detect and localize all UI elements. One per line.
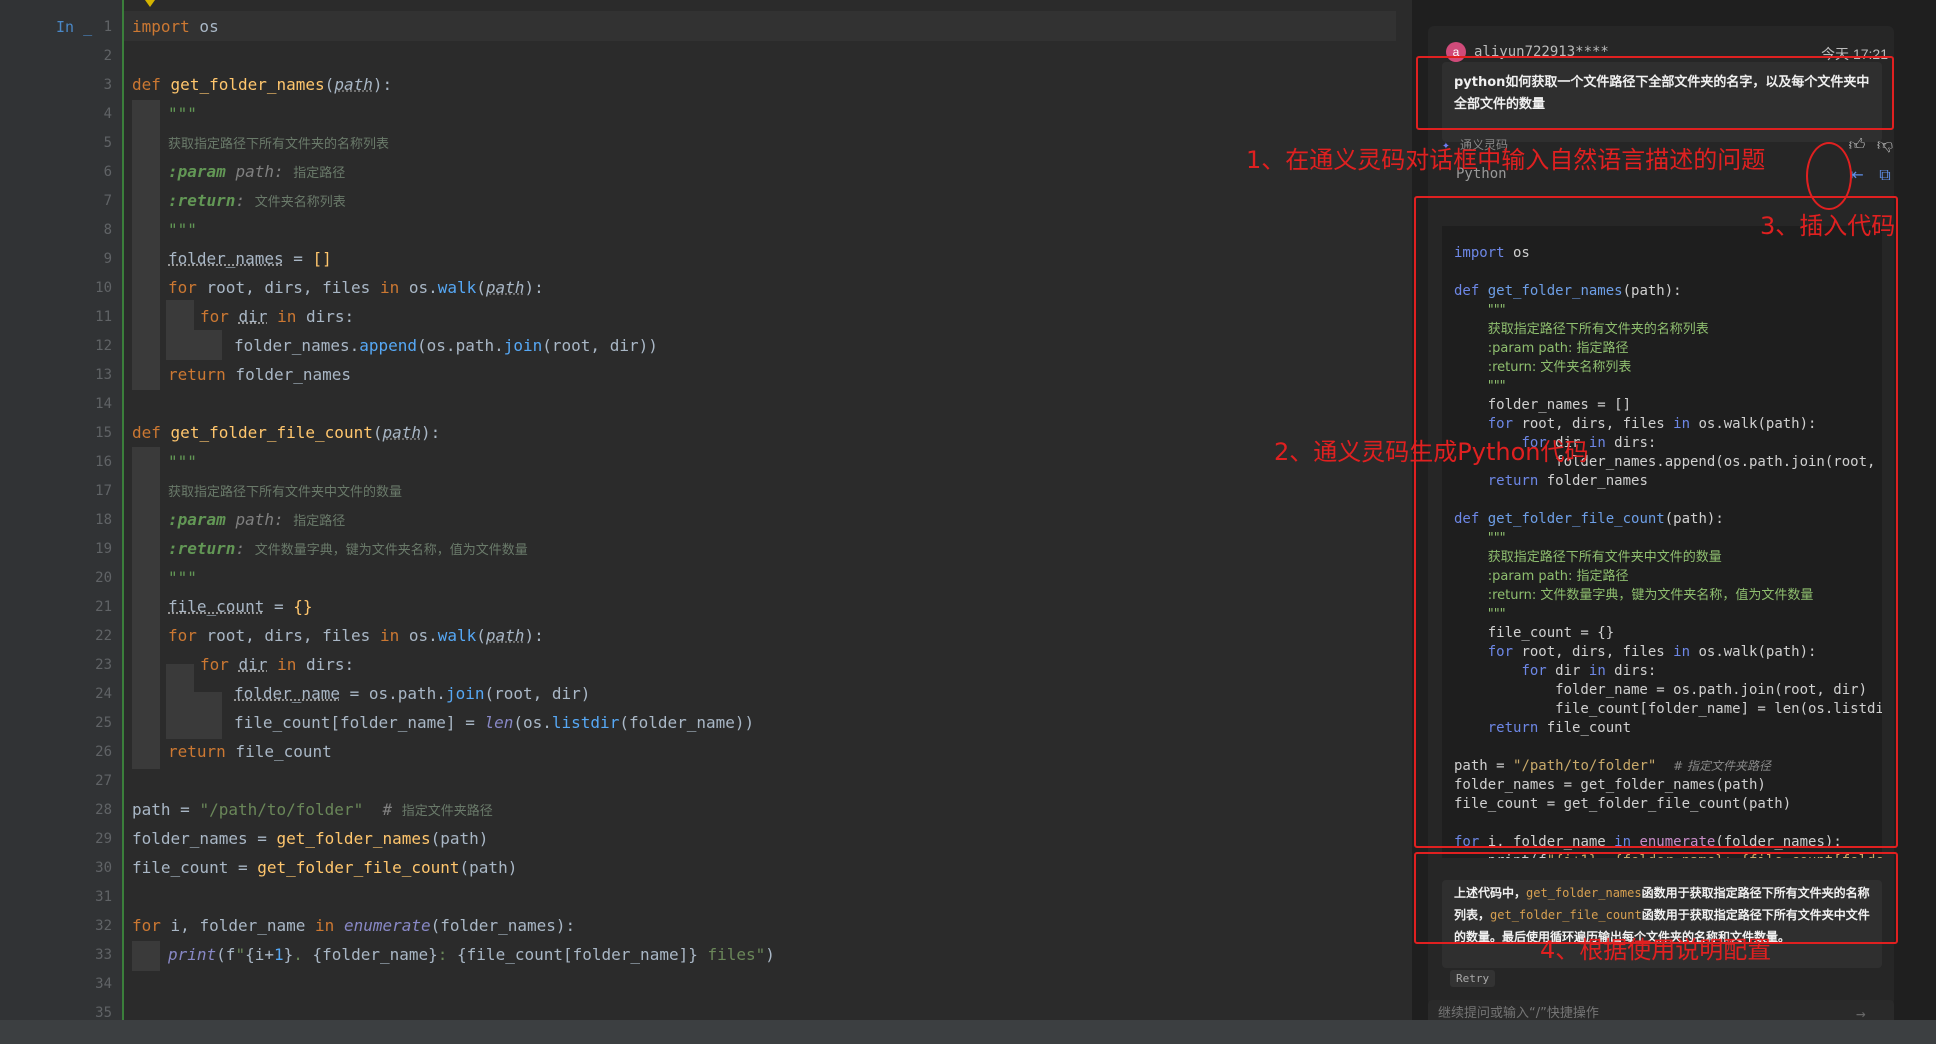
caret-marker bbox=[145, 0, 155, 7]
line-number: 7 bbox=[103, 193, 112, 209]
line-number: 13 bbox=[95, 367, 112, 383]
line-number: 4 bbox=[103, 106, 112, 122]
line-number: 35 bbox=[95, 1005, 112, 1021]
line-number: 27 bbox=[95, 773, 112, 789]
code-line: def get_folder_names(path): bbox=[132, 75, 393, 94]
line-number: 5 bbox=[103, 135, 112, 151]
line-number: 11 bbox=[95, 309, 112, 325]
line-number: 23 bbox=[95, 657, 112, 673]
annotation-box-code bbox=[1414, 196, 1898, 848]
thumbs-up-icon[interactable]: 👍︎ bbox=[1846, 134, 1868, 156]
line-number: 1 bbox=[103, 19, 112, 35]
indent-guide bbox=[166, 300, 194, 360]
code-line: for dir in dirs: bbox=[200, 655, 355, 674]
line-number: 14 bbox=[95, 396, 112, 412]
code-line: for root, dirs, files in os.walk(path): bbox=[168, 626, 544, 645]
line-number: 31 bbox=[95, 889, 112, 905]
code-line: for root, dirs, files in os.walk(path): bbox=[168, 278, 544, 297]
code-line: return folder_names bbox=[168, 365, 352, 384]
line-number: 15 bbox=[95, 425, 112, 441]
status-bar bbox=[0, 1020, 1936, 1044]
line-number: 22 bbox=[95, 628, 112, 644]
line-number: 28 bbox=[95, 802, 112, 818]
line-number: 10 bbox=[95, 280, 112, 296]
line-number: 32 bbox=[95, 918, 112, 934]
line-number: 6 bbox=[103, 164, 112, 180]
indent-guide bbox=[166, 664, 194, 739]
code-line: 获取指定路径下所有文件夹中文件的数量 bbox=[168, 485, 403, 500]
code-line: file_count[folder_name] = len(os.listdir… bbox=[234, 713, 755, 732]
line-number-gutter: In _ 1 2 3 4 5 6 7 8 9 10 11 12 13 14 15 16 17 18 19 20 21 22… bbox=[0, 0, 124, 1021]
code-line: """ bbox=[168, 568, 197, 587]
line-number: 20 bbox=[95, 570, 112, 586]
line-number: 34 bbox=[95, 976, 112, 992]
line-number: 29 bbox=[95, 831, 112, 847]
code-line: print(f"{i+1}. {folder_name}: {file_coun… bbox=[168, 945, 775, 964]
annotation-box-question bbox=[1416, 56, 1894, 130]
code-line: 获取指定路径下所有文件夹的名称列表 bbox=[168, 137, 390, 152]
line-number: 17 bbox=[95, 483, 112, 499]
indent-guide bbox=[132, 100, 160, 390]
line-number: 33 bbox=[95, 947, 112, 963]
line-number: 16 bbox=[95, 454, 112, 470]
code-line: for i, folder_name in enumerate(folder_n… bbox=[132, 916, 576, 935]
code-line: folder_name = os.path.join(root, dir) bbox=[234, 684, 591, 703]
line-number: 8 bbox=[103, 222, 112, 238]
code-line: file_count = {} bbox=[168, 597, 313, 616]
line-number: 2 bbox=[103, 48, 112, 64]
code-line: import os bbox=[132, 17, 219, 36]
line-number: 30 bbox=[95, 860, 112, 876]
code-line: folder_names.append(os.path.join(root, d… bbox=[234, 336, 658, 355]
line-number: 12 bbox=[95, 338, 112, 354]
code-line: def get_folder_file_count(path): bbox=[132, 423, 441, 442]
code-line: :param path: 指定路径 bbox=[168, 162, 346, 181]
code-line: """ bbox=[168, 104, 197, 123]
line-number: 3 bbox=[103, 77, 112, 93]
code-line: return file_count bbox=[168, 742, 332, 761]
code-line: :return: 文件数量字典，键为文件夹名称，值为文件数量 bbox=[168, 539, 528, 558]
code-line: """ bbox=[168, 220, 197, 239]
code-editor[interactable]: In _ 1 2 3 4 5 6 7 8 9 10 11 12 13 14 15 16 17 18 19 20 21 22… bbox=[0, 0, 1396, 1044]
line-number: 25 bbox=[95, 715, 112, 731]
code-line: """ bbox=[168, 452, 197, 471]
line-number: 18 bbox=[95, 512, 112, 528]
line-number: 21 bbox=[95, 599, 112, 615]
code-line: :return: 文件夹名称列表 bbox=[168, 191, 346, 210]
code-line: for dir in dirs: bbox=[200, 307, 355, 326]
line-number: 24 bbox=[95, 686, 112, 702]
indent-guide bbox=[132, 447, 160, 769]
code-line: folder_names = [] bbox=[168, 249, 332, 268]
indent-guide bbox=[194, 692, 222, 739]
code-line: folder_names = get_folder_names(path) bbox=[132, 829, 489, 848]
indent-guide bbox=[132, 941, 160, 971]
retry-button[interactable]: Retry bbox=[1450, 970, 1496, 987]
annotation-step2: 2、通义灵码生成Python代码 bbox=[1274, 438, 1589, 466]
annotation-step3: 3、插入代码 bbox=[1760, 212, 1896, 240]
code-line: :param path: 指定路径 bbox=[168, 510, 346, 529]
code-line: path = "/path/to/folder" # 指定文件夹路径 bbox=[132, 800, 493, 819]
thumbs-down-icon[interactable]: 👎︎ bbox=[1874, 134, 1896, 156]
line-number: 26 bbox=[95, 744, 112, 760]
line-number: 19 bbox=[95, 541, 112, 557]
annotation-step1: 1、在通义灵码对话框中输入自然语言描述的问题 bbox=[1246, 146, 1766, 174]
line-number: 9 bbox=[103, 251, 112, 267]
indent-guide bbox=[194, 330, 222, 360]
annotation-step4: 4、根据使用说明配置 bbox=[1540, 936, 1772, 964]
code-line: file_count = get_folder_file_count(path) bbox=[132, 858, 518, 877]
copy-icon[interactable]: ⧉ bbox=[1874, 164, 1896, 186]
